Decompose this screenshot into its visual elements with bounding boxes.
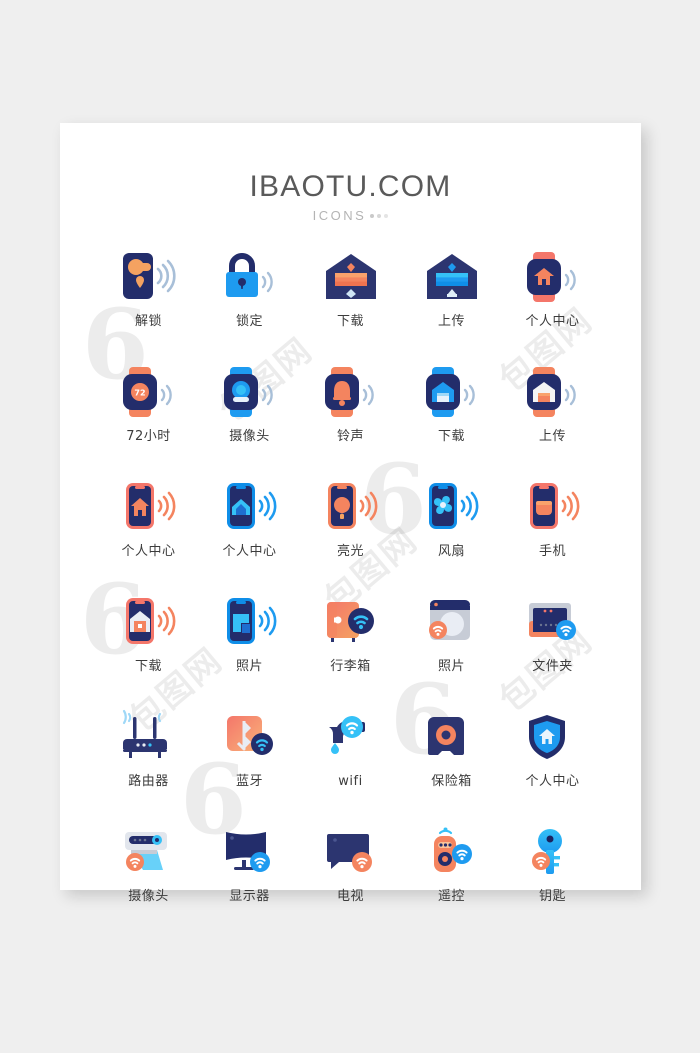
page-title: IBAOTU.COM	[249, 170, 452, 203]
phone-cast-photo-icon	[214, 592, 286, 652]
subtitle-dots-icon	[370, 214, 389, 218]
shield-home-icon	[517, 707, 589, 767]
garage-upload-icon	[416, 247, 488, 307]
icon-label: 路由器	[128, 774, 169, 789]
washer-photo-wifi-icon	[416, 592, 488, 652]
icon-cell[interactable]: 个人中心	[502, 247, 603, 331]
door-handle-unlock-icon	[113, 247, 185, 307]
router-icon	[113, 707, 185, 767]
page-subtitle-text: ICONS	[312, 208, 367, 223]
icon-label: 钥匙	[538, 889, 566, 904]
watch-badge-text: 72	[134, 389, 145, 398]
icon-cell[interactable]: 72 72小时	[98, 362, 199, 446]
icon-sheet-card: IBAOTU.COM ICONS 6 包图网 6 包图网 6 包图网 6 包图网…	[60, 123, 641, 904]
smartwatch-home-icon	[517, 247, 589, 307]
icon-label: 行李箱	[330, 659, 371, 674]
icon-cell[interactable]: 钥匙	[502, 822, 603, 906]
icon-label: 手机	[538, 544, 566, 559]
icon-cell[interactable]: 遥控	[401, 822, 502, 906]
icon-cell[interactable]: 上传	[502, 362, 603, 446]
icon-label: 解锁	[134, 314, 162, 329]
icon-label: 个人中心	[525, 774, 580, 789]
garage-download-icon	[315, 247, 387, 307]
folder-wifi-icon	[517, 592, 589, 652]
icon-label: wifi	[338, 774, 363, 789]
scanner-camera-wifi-icon	[113, 822, 185, 882]
phone-blank-icon	[517, 477, 589, 537]
bluetooth-wifi-icon	[214, 707, 286, 767]
icon-label: 铃声	[336, 429, 364, 444]
icon-cell[interactable]: 解锁	[98, 247, 199, 331]
monitor-wifi-icon	[214, 822, 286, 882]
icon-label: 照片	[437, 659, 465, 674]
icon-grid: 解锁 锁定 下载 上传 个人中心 72 72小时 摄像头 铃声 下载 上传 个人…	[98, 247, 603, 906]
icon-label: 摄像头	[128, 889, 169, 904]
icon-cell[interactable]: 电视	[300, 822, 401, 906]
icon-cell[interactable]: 个人中心	[502, 707, 603, 791]
icon-cell[interactable]: 下载	[300, 247, 401, 331]
icon-label: 文件夹	[532, 659, 573, 674]
icon-cell[interactable]: 保险箱	[401, 707, 502, 791]
icon-cell[interactable]: 文件夹	[502, 592, 603, 676]
brand-header: IBAOTU.COM ICONS	[60, 123, 641, 226]
icon-cell[interactable]: 风扇	[401, 477, 502, 561]
icon-cell[interactable]: wifi	[300, 707, 401, 791]
icon-label: 上传	[437, 314, 465, 329]
icon-label: 个人中心	[525, 314, 580, 329]
icon-cell[interactable]: 下载	[401, 362, 502, 446]
icon-label: 锁定	[235, 314, 263, 329]
icon-label: 下载	[336, 314, 364, 329]
icon-label: 风扇	[437, 544, 465, 559]
phone-bulb-icon	[315, 477, 387, 537]
padlock-lock-icon	[214, 247, 286, 307]
icon-cell[interactable]: 个人中心	[98, 477, 199, 561]
icon-cell[interactable]: 照片	[401, 592, 502, 676]
icon-cell[interactable]: 亮光	[300, 477, 401, 561]
icon-cell[interactable]: 个人中心	[199, 477, 300, 561]
phone-garage-icon	[113, 592, 185, 652]
icon-label: 个人中心	[222, 544, 277, 559]
icon-label: 下载	[437, 429, 465, 444]
icon-cell[interactable]: 摄像头	[199, 362, 300, 446]
key-wifi-icon	[517, 822, 589, 882]
icon-label: 上传	[538, 429, 566, 444]
screenshot-root: IBAOTU.COM ICONS 6 包图网 6 包图网 6 包图网 6 包图网…	[0, 0, 700, 1053]
icon-label: 保险箱	[431, 774, 472, 789]
icon-cell[interactable]: 路由器	[98, 707, 199, 791]
smartwatch-72h-icon: 72	[113, 362, 185, 422]
icon-cell[interactable]: 上传	[401, 247, 502, 331]
icon-cell[interactable]: 显示器	[199, 822, 300, 906]
smartwatch-camera-icon	[214, 362, 286, 422]
icon-label: 显示器	[229, 889, 270, 904]
phone-home-blue-icon	[214, 477, 286, 537]
icon-cell[interactable]: 下载	[98, 592, 199, 676]
icon-label: 72小时	[126, 429, 171, 444]
icon-label: 个人中心	[121, 544, 176, 559]
icon-cell[interactable]: 锁定	[199, 247, 300, 331]
phone-home-orange-icon	[113, 477, 185, 537]
safebox-icon	[416, 707, 488, 767]
smartwatch-bell-icon	[315, 362, 387, 422]
phone-fan-icon	[416, 477, 488, 537]
icon-label: 照片	[235, 659, 263, 674]
smartwatch-garage-orange-icon	[517, 362, 589, 422]
icon-cell[interactable]: 照片	[199, 592, 300, 676]
icon-cell[interactable]: 手机	[502, 477, 603, 561]
smartwatch-garage-blue-icon	[416, 362, 488, 422]
icon-label: 亮光	[336, 544, 364, 559]
remote-control-wifi-icon	[416, 822, 488, 882]
icon-cell[interactable]: 行李箱	[300, 592, 401, 676]
faucet-wifi-icon	[315, 707, 387, 767]
icon-label: 摄像头	[229, 429, 270, 444]
icon-cell[interactable]: 蓝牙	[199, 707, 300, 791]
page-subtitle: ICONS	[313, 206, 389, 226]
tv-wifi-icon	[315, 822, 387, 882]
suitcase-wifi-icon	[315, 592, 387, 652]
icon-label: 电视	[336, 889, 364, 904]
icon-label: 下载	[134, 659, 162, 674]
icon-label: 遥控	[437, 889, 465, 904]
icon-label: 蓝牙	[235, 774, 263, 789]
icon-cell[interactable]: 铃声	[300, 362, 401, 446]
icon-cell[interactable]: 摄像头	[98, 822, 199, 906]
